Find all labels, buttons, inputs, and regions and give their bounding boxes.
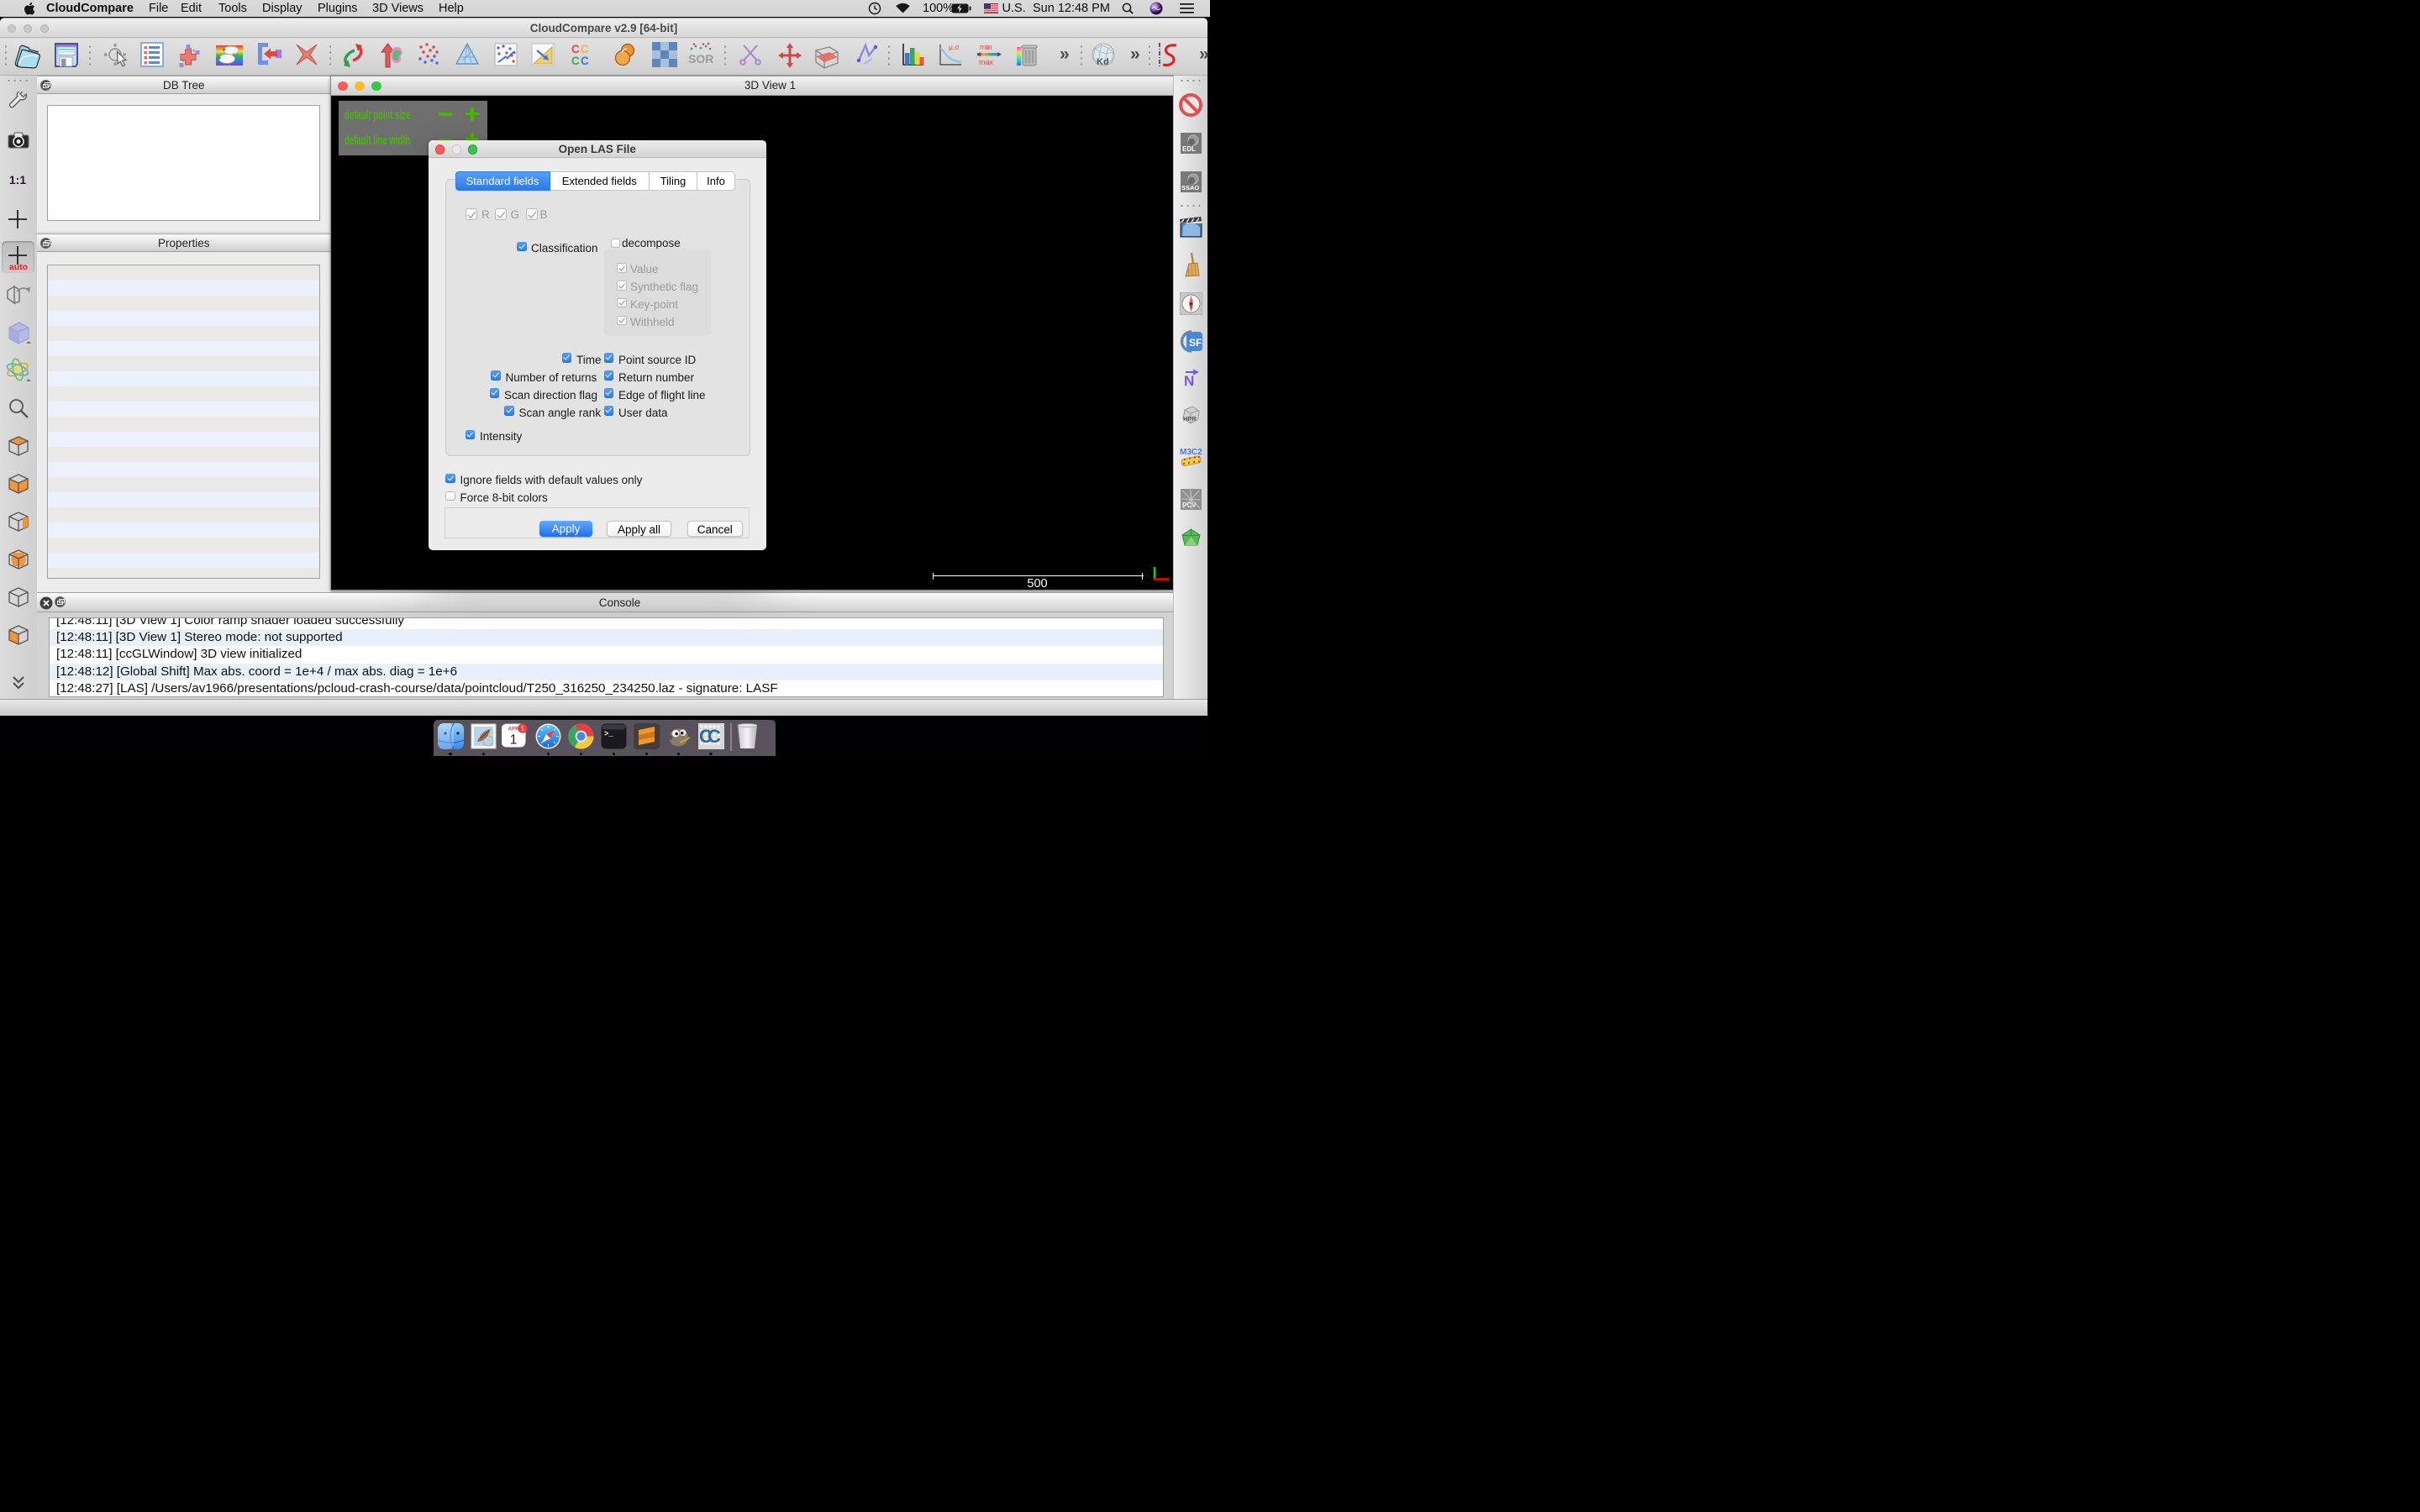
svg-text:1: 1 [510, 732, 518, 747]
svg-text:1: 1 [521, 724, 525, 732]
svg-text:SF: SF [1189, 337, 1202, 349]
svg-text:PCV: PCV [1182, 501, 1197, 509]
svg-text:APR: APR [508, 726, 519, 732]
svg-text:EDL: EDL [1182, 145, 1196, 153]
svg-text:min: min [980, 43, 992, 51]
svg-text:SSAO: SSAO [1181, 184, 1199, 192]
svg-text:C: C [581, 55, 589, 67]
svg-text:Kd: Kd [1097, 57, 1109, 67]
svg-text:N: N [1184, 373, 1194, 387]
svg-text:HPR: HPR [1183, 415, 1197, 423]
svg-text:>_: >_ [604, 730, 613, 738]
svg-text:SOR: SOR [688, 52, 713, 66]
svg-text:M3C2: M3C2 [1180, 448, 1202, 457]
svg-text:C: C [581, 43, 589, 55]
svg-text:C: C [571, 55, 580, 67]
svg-text:C: C [571, 43, 580, 55]
svg-text:max: max [979, 58, 994, 66]
svg-text:C: C [708, 726, 721, 747]
svg-text:μ,σ: μ,σ [949, 43, 960, 51]
